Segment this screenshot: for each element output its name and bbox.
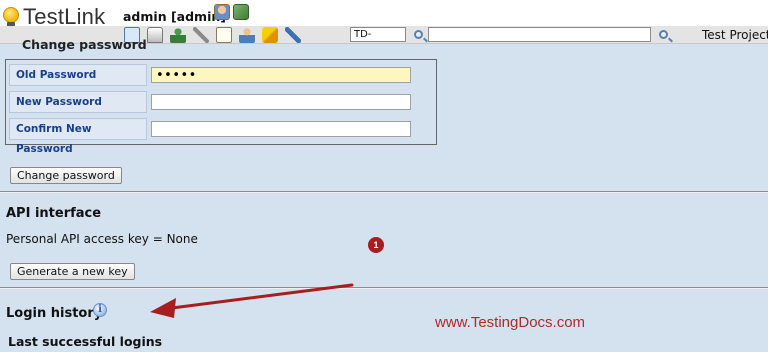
search-icon: [413, 30, 423, 39]
info-icon[interactable]: i: [93, 303, 107, 317]
confirm-password-row: Confirm New Password: [9, 118, 433, 155]
document-icon[interactable]: [216, 27, 232, 43]
wrench-icon[interactable]: [193, 27, 209, 43]
test-project-label: Test Project |: [702, 28, 768, 42]
api-interface-heading: API interface: [6, 206, 102, 221]
old-password-row: Old Password: [9, 64, 433, 86]
generate-key-button[interactable]: Generate a new key: [10, 263, 135, 280]
user-label: admin [admin]: [123, 9, 226, 24]
new-password-label: New Password: [9, 91, 147, 113]
new-password-row: New Password: [9, 91, 433, 113]
user-actions: [214, 4, 249, 20]
pen-icon[interactable]: [285, 27, 301, 43]
new-password-input[interactable]: [151, 94, 411, 110]
toolbar-icons: [124, 27, 301, 43]
old-password-label: Old Password: [9, 64, 147, 86]
login-history-heading: Login history: [6, 306, 103, 321]
user-icon[interactable]: [214, 4, 230, 20]
change-password-button[interactable]: Change password: [10, 167, 122, 184]
project-search-button[interactable]: [654, 27, 672, 42]
lightbulb-icon: [2, 6, 20, 28]
confirm-password-input[interactable]: [151, 121, 411, 137]
section-divider: [0, 191, 768, 193]
search-icon: [658, 30, 668, 39]
step-badge: 1: [368, 237, 384, 253]
watermark: www.TestingDocs.com: [435, 314, 586, 331]
section-title: Change password: [22, 37, 147, 52]
callout-arrow: [150, 283, 354, 318]
logout-icon[interactable]: [233, 4, 249, 20]
checkbox-icon[interactable]: [262, 27, 278, 43]
last-logins-heading: Last successful logins: [8, 334, 163, 349]
tree-icon[interactable]: [170, 27, 186, 43]
password-form: Old Password New Password Confirm New Pa…: [5, 59, 437, 155]
testcase-search-button[interactable]: [409, 27, 427, 42]
api-key-text: Personal API access key = None: [6, 232, 198, 246]
person-icon[interactable]: [239, 27, 255, 43]
cart-icon[interactable]: [147, 27, 163, 43]
testcase-id-input[interactable]: [350, 27, 406, 42]
section-divider: [0, 287, 768, 289]
main-content: Change password Old Password New Passwor…: [0, 37, 768, 352]
confirm-password-label: Confirm New Password: [9, 118, 147, 155]
old-password-input[interactable]: [151, 67, 411, 83]
search-input[interactable]: [428, 27, 651, 42]
